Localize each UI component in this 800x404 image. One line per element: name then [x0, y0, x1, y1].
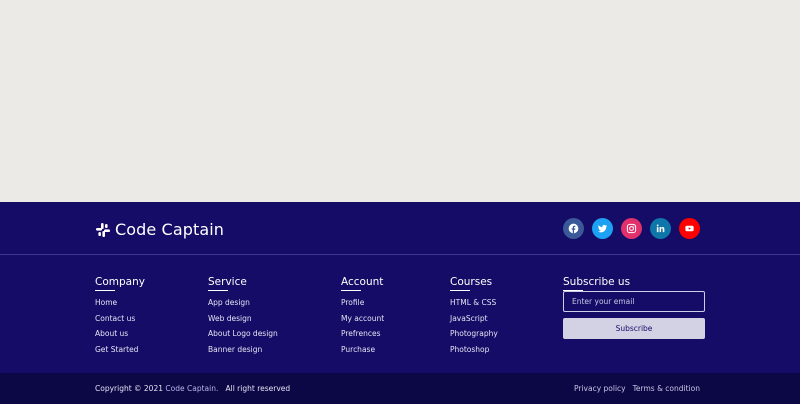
instagram-button[interactable] — [621, 218, 642, 239]
subscribe-column: Subscribe us — [563, 270, 631, 291]
account-link-profile[interactable]: Profile — [341, 298, 384, 314]
service-link-web-design[interactable]: Web design — [208, 314, 278, 330]
company-link-home[interactable]: Home — [95, 298, 145, 314]
courses-title: Courses — [450, 276, 493, 291]
page-content-area — [0, 0, 800, 202]
social-links — [563, 218, 700, 239]
company-link-about[interactable]: About us — [95, 329, 145, 345]
copyright-text: Copyright © 2021 Code Captain. All right… — [95, 384, 290, 393]
account-link-purchase[interactable]: Purchase — [341, 345, 384, 361]
terms-condition-link[interactable]: Terms & condition — [633, 384, 700, 393]
courses-link-photoshop[interactable]: Photoshop — [450, 345, 498, 361]
footer-top-row: Code Captain — [0, 202, 800, 255]
service-title: Service — [208, 276, 247, 291]
linkedin-button[interactable] — [650, 218, 671, 239]
account-title: Account — [341, 276, 384, 291]
service-links: App design Web design About Logo design … — [208, 298, 278, 360]
account-column: Account Profile My account Prefrences Pu… — [341, 270, 384, 360]
courses-link-photography[interactable]: Photography — [450, 329, 498, 345]
service-link-banner-design[interactable]: Banner design — [208, 345, 278, 361]
company-column: Company Home Contact us About us Get Sta… — [95, 270, 145, 360]
copyright-prefix: Copyright © 2021 — [95, 384, 164, 393]
service-column: Service App design Web design About Logo… — [208, 270, 278, 360]
company-title: Company — [95, 276, 145, 291]
twitter-button[interactable] — [592, 218, 613, 239]
service-link-app-design[interactable]: App design — [208, 298, 278, 314]
copyright-suffix: All right reserved — [225, 384, 291, 393]
subscribe-button[interactable]: Subscribe — [563, 318, 705, 339]
company-links: Home Contact us About us Get Started — [95, 298, 145, 360]
email-input[interactable] — [563, 291, 705, 312]
privacy-policy-link[interactable]: Privacy policy — [574, 384, 626, 393]
facebook-icon — [568, 223, 579, 234]
service-link-logo-design[interactable]: About Logo design — [208, 329, 278, 345]
legal-links: Privacy policy Terms & condition — [574, 384, 700, 393]
copyright-brand[interactable]: Code Captain. — [165, 384, 218, 393]
account-link-preferences[interactable]: Prefrences — [341, 329, 384, 345]
brand-name: Code Captain — [115, 220, 225, 239]
twitter-icon — [597, 224, 608, 233]
courses-column: Courses HTML & CSS JavaScript Photograph… — [450, 270, 498, 360]
site-footer: Code Captain Company Home Contact us Abo… — [0, 202, 800, 373]
youtube-button[interactable] — [679, 218, 700, 239]
courses-link-javascript[interactable]: JavaScript — [450, 314, 498, 330]
linkedin-icon — [656, 224, 665, 233]
subscribe-title: Subscribe us — [563, 276, 631, 291]
slack-logo-icon — [95, 222, 111, 238]
company-link-contact[interactable]: Contact us — [95, 314, 145, 330]
youtube-icon — [685, 225, 694, 232]
courses-link-html-css[interactable]: HTML & CSS — [450, 298, 498, 314]
account-link-my-account[interactable]: My account — [341, 314, 384, 330]
account-links: Profile My account Prefrences Purchase — [341, 298, 384, 360]
footer-bottom-bar: Copyright © 2021 Code Captain. All right… — [0, 373, 800, 404]
instagram-icon — [626, 223, 637, 234]
courses-links: HTML & CSS JavaScript Photography Photos… — [450, 298, 498, 360]
brand-logo[interactable]: Code Captain — [95, 220, 224, 239]
facebook-button[interactable] — [563, 218, 584, 239]
company-link-get-started[interactable]: Get Started — [95, 345, 145, 361]
